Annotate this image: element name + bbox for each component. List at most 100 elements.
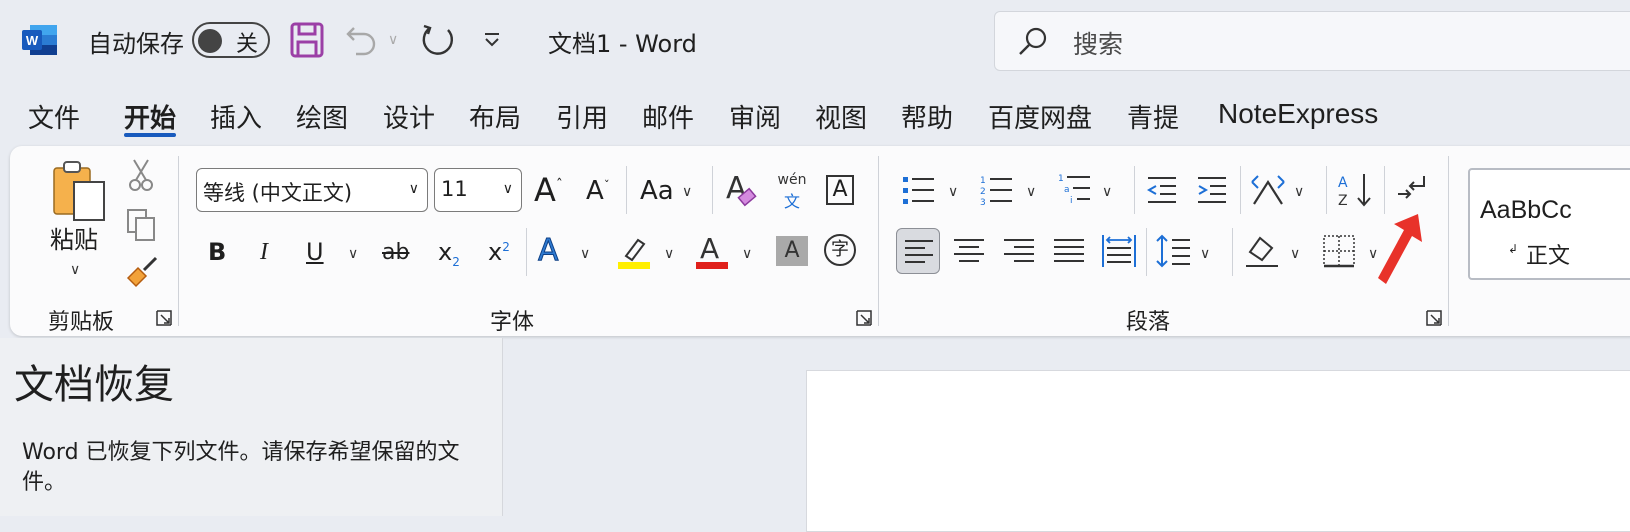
style-normal[interactable]: AaBbCc ↲ 正文 (1468, 168, 1630, 280)
tab-design[interactable]: 设计 (383, 98, 435, 135)
multilevel-list-icon[interactable]: 1 a i (1058, 172, 1092, 206)
sort-icon[interactable]: A Z (1338, 172, 1374, 208)
increase-indent-icon[interactable] (1196, 176, 1228, 204)
tab-insert[interactable]: 插入 (210, 98, 262, 135)
copy-icon[interactable] (126, 208, 158, 242)
borders-icon[interactable] (1322, 234, 1356, 268)
paste-dropdown-icon[interactable]: ∨ (70, 262, 80, 278)
paste-label[interactable]: 粘贴 (50, 228, 98, 252)
align-right-icon[interactable] (1004, 238, 1034, 264)
distributed-align-icon[interactable] (1102, 234, 1136, 268)
autosave-state: 关 (236, 32, 259, 57)
autosave-toggle[interactable]: 关 (192, 22, 270, 58)
highlight-color-icon[interactable] (618, 234, 652, 270)
clear-formatting-icon[interactable]: A (724, 170, 758, 208)
justify-icon[interactable] (1054, 238, 1084, 264)
divider (1384, 166, 1385, 214)
redo-icon[interactable] (420, 22, 456, 58)
svg-text:A: A (700, 232, 719, 265)
shrink-font-icon[interactable]: Aˇ (586, 178, 610, 204)
font-name-combo[interactable]: 等线 (中文正文) ∨ (196, 168, 428, 212)
cut-icon[interactable] (128, 158, 154, 192)
svg-text:i: i (1070, 196, 1073, 206)
format-painter-icon[interactable] (124, 256, 160, 290)
numbering-dropdown-icon[interactable]: ∨ (1026, 184, 1036, 200)
tab-qingti[interactable]: 青提 (1127, 98, 1179, 135)
tab-draw[interactable]: 绘图 (296, 98, 348, 135)
font-size-value: 11 (441, 177, 468, 201)
shading-icon[interactable] (1244, 232, 1280, 270)
change-case-icon[interactable]: Aa (640, 178, 674, 204)
superscript-icon[interactable]: x2 (488, 240, 510, 264)
character-shading-icon[interactable]: A (776, 236, 808, 266)
grow-font-icon[interactable]: Aˆ (534, 174, 563, 206)
font-size-combo[interactable]: 11 ∨ (434, 168, 522, 212)
text-direction-dropdown-icon[interactable]: ∨ (1294, 184, 1304, 200)
search-box[interactable]: 搜索 (994, 11, 1630, 71)
search-placeholder: 搜索 (1073, 30, 1124, 59)
show-paragraph-marks-icon[interactable] (1396, 172, 1430, 206)
tab-review[interactable]: 审阅 (729, 98, 781, 135)
numbering-icon[interactable]: 1 2 3 (980, 174, 1014, 206)
highlight-dropdown-icon[interactable]: ∨ (664, 246, 674, 262)
enclose-characters-icon[interactable]: 字 (824, 234, 856, 266)
shading-dropdown-icon[interactable]: ∨ (1290, 246, 1300, 262)
multilevel-dropdown-icon[interactable]: ∨ (1102, 184, 1112, 200)
toggle-knob (198, 29, 222, 53)
group-separator (878, 156, 879, 326)
subscript-icon[interactable]: x2 (438, 240, 460, 268)
undo-dropdown-icon[interactable]: ∨ (388, 32, 398, 48)
paste-icon[interactable] (50, 160, 108, 224)
tab-mailings[interactable]: 邮件 (642, 98, 694, 135)
phonetic-guide-icon[interactable]: wén 文 (776, 172, 808, 212)
word-app-icon[interactable]: W (22, 24, 58, 56)
align-center-icon[interactable] (954, 238, 984, 264)
divider (1146, 228, 1147, 276)
underline-dropdown-icon[interactable]: ∨ (348, 246, 358, 262)
tab-layout[interactable]: 布局 (469, 98, 521, 135)
divider (526, 228, 527, 276)
bullets-icon[interactable] (902, 174, 936, 206)
tab-home[interactable]: 开始 (124, 98, 176, 135)
tab-noteexpress[interactable]: NoteExpress (1218, 98, 1378, 130)
underline-icon[interactable]: U (306, 240, 324, 264)
divider (1232, 228, 1233, 276)
paragraph-group-label: 段落 (1126, 310, 1171, 335)
italic-icon[interactable]: I (260, 240, 268, 264)
line-spacing-icon[interactable] (1156, 234, 1192, 268)
font-color-dropdown-icon[interactable]: ∨ (742, 246, 752, 262)
bullets-dropdown-icon[interactable]: ∨ (948, 184, 958, 200)
character-border-icon[interactable]: A (826, 175, 854, 205)
phonetic-top: wén (777, 172, 807, 188)
svg-text:3: 3 (980, 198, 986, 206)
group-separator (1448, 156, 1449, 326)
phonetic-bottom: 文 (783, 192, 800, 211)
align-left-button[interactable] (896, 228, 940, 274)
paragraph-dialog-launcher-icon[interactable] (1426, 310, 1442, 326)
font-dialog-launcher-icon[interactable] (856, 310, 872, 326)
text-effects-icon[interactable]: A (538, 235, 560, 266)
change-case-dropdown-icon[interactable]: ∨ (682, 184, 692, 200)
tab-help[interactable]: 帮助 (901, 98, 953, 135)
line-spacing-dropdown-icon[interactable]: ∨ (1200, 246, 1210, 262)
tab-view[interactable]: 视图 (815, 98, 867, 135)
customize-qat-icon[interactable] (482, 30, 502, 50)
document-recovery-pane: 文档恢复 Word 已恢复下列文件。请保存希望保留的文件。 (0, 338, 503, 516)
text-direction-icon[interactable] (1250, 174, 1286, 206)
tab-baidu-netdisk[interactable]: 百度网盘 (988, 98, 1092, 135)
clipboard-group-label: 剪贴板 (48, 310, 115, 335)
bold-icon[interactable]: B (208, 240, 226, 264)
tab-references[interactable]: 引用 (556, 98, 608, 135)
text-effects-dropdown-icon[interactable]: ∨ (580, 246, 590, 262)
save-icon[interactable] (290, 22, 324, 58)
clipboard-dialog-launcher-icon[interactable] (156, 310, 172, 326)
undo-icon[interactable] (346, 24, 378, 56)
font-color-icon[interactable]: A (696, 232, 730, 270)
strikethrough-icon[interactable]: ab (382, 242, 409, 264)
decrease-indent-icon[interactable] (1146, 176, 1178, 204)
group-separator (178, 156, 179, 326)
document-page[interactable] (806, 370, 1630, 532)
style-name: 正文 (1526, 244, 1571, 269)
divider (1134, 166, 1135, 214)
tab-file[interactable]: 文件 (28, 98, 80, 135)
